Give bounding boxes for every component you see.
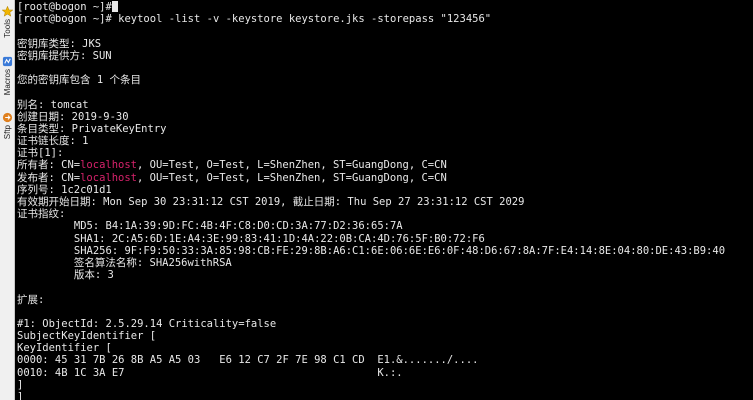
terminal-line: 有效期开始日期: Mon Sep 30 23:31:12 CST 2019, 截… — [17, 196, 525, 208]
terminal-line: 所有者: CN=localhost, OU=Test, O=Test, L=Sh… — [17, 159, 447, 172]
terminal-line: 0010: 4B 1C 3A E7 K.:. — [17, 366, 403, 379]
terminal-line: MD5: B4:1A:39:9D:FC:4B:4F:C8:D0:CD:3A:77… — [17, 220, 403, 233]
terminal-line: 密钥库类型: JKS — [17, 37, 102, 50]
terminal-line: #1: ObjectId: 2.5.29.14 Criticality=fals… — [17, 317, 277, 330]
terminal-line: ] — [17, 378, 24, 391]
terminal-line: 证书链长度: 1 — [17, 135, 89, 148]
sidebar-item-label: Sftp — [3, 125, 12, 140]
terminal-line: 签名算法名称: SHA256withRSA — [17, 256, 232, 269]
terminal-line: 别名: tomcat — [17, 98, 89, 111]
highlighted-hostname: localhost — [80, 171, 138, 184]
terminal-output[interactable]: [root@bogon ~]# [root@bogon ~]# keytool -… — [17, 1, 753, 400]
terminal-line: 条目类型: PrivateKeyEntry — [17, 122, 167, 135]
sidebar-item-tools[interactable]: Tools — [0, 4, 15, 38]
sidebar-item-label: Tools — [3, 19, 12, 38]
terminal-line: 证书指纹: — [17, 208, 66, 221]
terminal-line: 发布者: CN=localhost, OU=Test, O=Test, L=Sh… — [17, 171, 447, 184]
terminal-cursor — [111, 1, 118, 12]
terminal-line: 创建日期: 2019-9-30 — [17, 110, 129, 123]
terminal-line: [root@bogon ~]# keytool -list -v -keysto… — [17, 13, 492, 26]
terminal-line: SHA256: 9F:F9:50:33:3A:85:98:CB:FE:29:8B… — [17, 244, 726, 257]
terminal-line: [root@bogon ~]# — [17, 1, 753, 13]
terminal-line: 密钥库提供方: SUN — [17, 49, 112, 62]
sftp-icon — [2, 112, 13, 123]
terminal-line: 序列号: 1c2c01d1 — [17, 183, 112, 196]
macro-icon — [2, 56, 13, 67]
terminal-line: 证书[1]: — [17, 147, 64, 160]
terminal-line: 扩展: — [17, 293, 45, 306]
star-icon — [2, 6, 13, 17]
terminal-line: 版本: 3 — [17, 269, 114, 282]
terminal-line: ] — [17, 391, 24, 400]
side-toolbar: Tools Macros Sftp — [0, 0, 15, 400]
sidebar-item-sftp[interactable]: Sftp — [0, 110, 15, 139]
highlighted-hostname: localhost — [80, 159, 138, 172]
terminal-line: 0000: 45 31 7B 26 8B A5 A5 03 E6 12 C7 2… — [17, 354, 479, 367]
sidebar-item-macros[interactable]: Macros — [0, 54, 15, 95]
terminal-line: SHA1: 2C:A5:6D:1E:A4:3E:99:83:41:1D:4A:2… — [17, 232, 485, 245]
sidebar-item-label: Macros — [3, 69, 12, 96]
terminal-line: SubjectKeyIdentifier [ — [17, 330, 157, 343]
terminal-line: 您的密钥库包含 1 个条目 — [17, 74, 141, 87]
terminal-line: KeyIdentifier [ — [17, 342, 112, 355]
